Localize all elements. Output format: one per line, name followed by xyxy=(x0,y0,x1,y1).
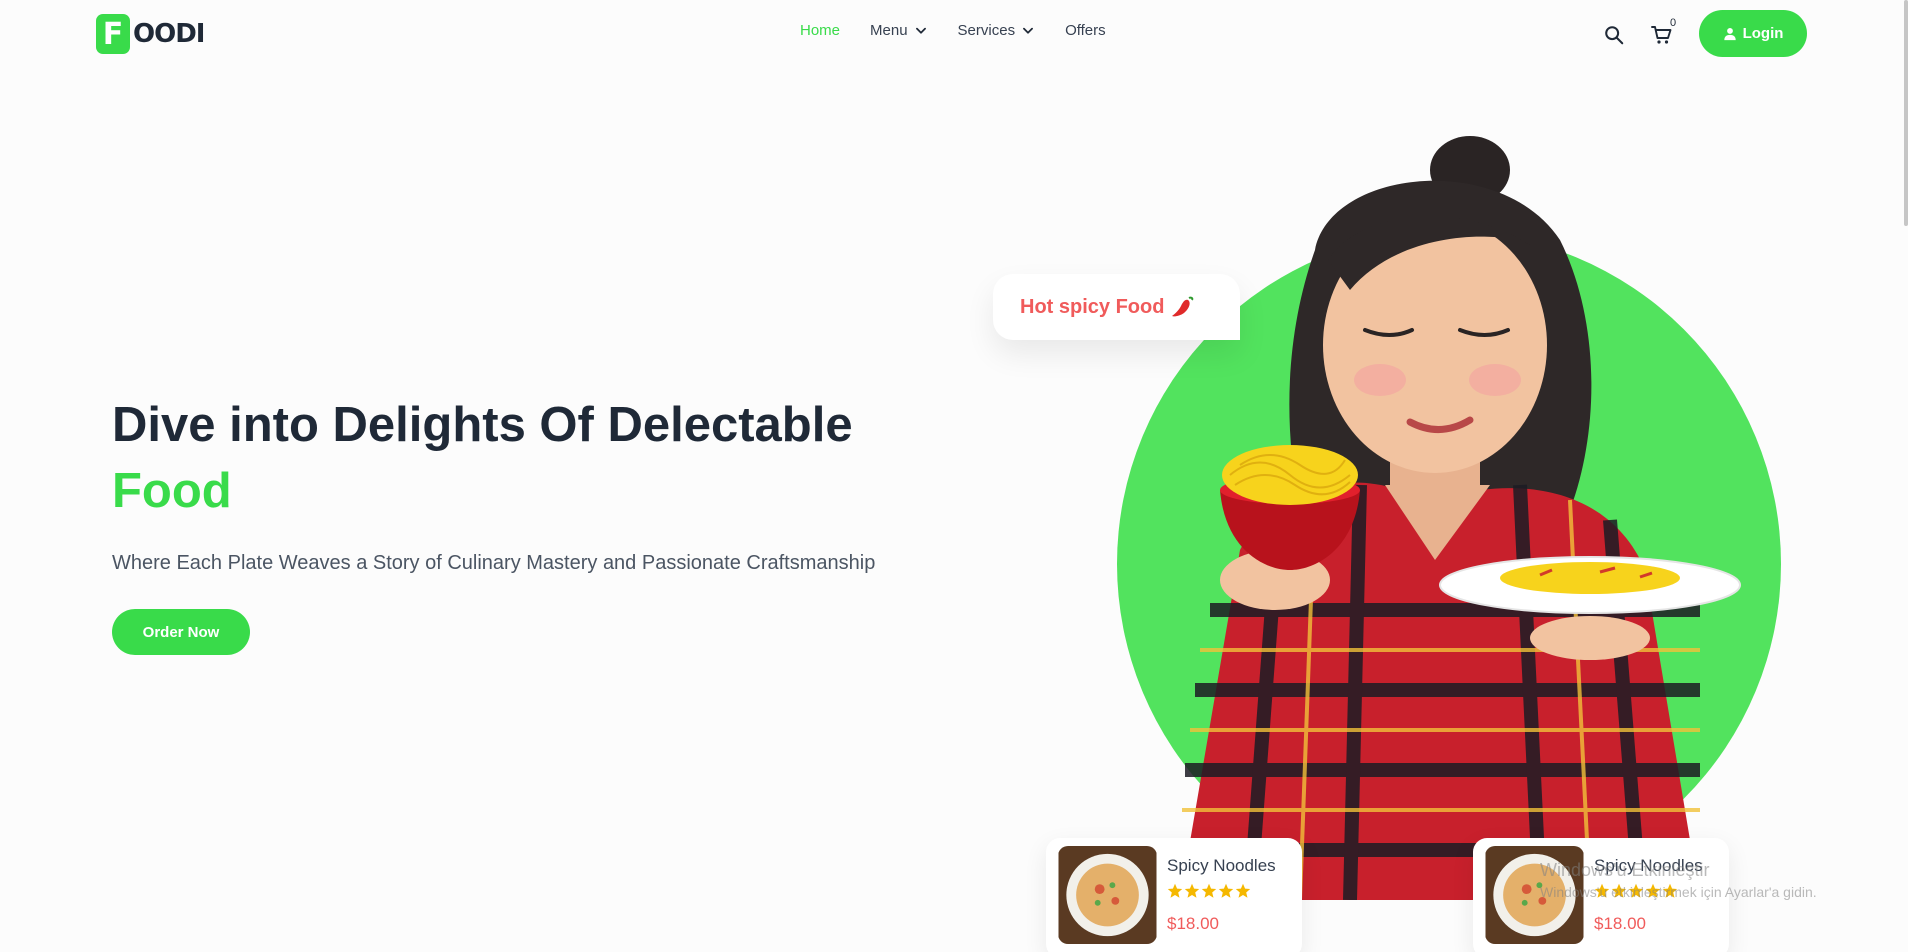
search-icon[interactable] xyxy=(1603,24,1625,46)
navbar: F OODI Home Menu Services Offers 0 Login xyxy=(0,0,1908,68)
windows-activation-watermark: Windows'u Etkinleştir xyxy=(1540,860,1710,880)
login-button[interactable]: Login xyxy=(1699,10,1807,57)
page-scrollbar[interactable] xyxy=(1904,0,1908,226)
logo-mark: F xyxy=(96,14,130,54)
hero-title-line: Dive into Delights Of Delectable xyxy=(112,398,853,452)
nav-offers-label: Offers xyxy=(1065,22,1106,39)
nav-services[interactable]: Services xyxy=(958,22,1036,39)
hero-title: Dive into Delights Of Delectable Food xyxy=(112,392,992,524)
nav-offers[interactable]: Offers xyxy=(1065,22,1106,39)
nav-home-label: Home xyxy=(800,22,841,39)
login-label: Login xyxy=(1742,25,1784,42)
food-name: Spicy Noodles xyxy=(1167,856,1276,875)
bubble-text: Hot spicy Food xyxy=(1020,295,1165,318)
hero-woman-with-noodles-image xyxy=(1180,136,1741,900)
nav-menu-label: Menu xyxy=(870,22,908,39)
nav-menu[interactable]: Menu xyxy=(870,22,928,39)
cart-count-badge: 0 xyxy=(1670,17,1677,29)
order-now-button[interactable]: Order Now xyxy=(112,609,250,655)
foodi-logo[interactable]: F OODI xyxy=(96,14,205,54)
nav-actions: 0 Login xyxy=(1600,10,1810,58)
star-icon xyxy=(1218,883,1234,898)
chili-pepper-icon xyxy=(1172,296,1194,317)
star-icon xyxy=(1167,883,1183,898)
windows-activation-hint: Windows'u etkinleştirmek için Ayarlar'a … xyxy=(1540,884,1817,900)
food-price: $18.00 xyxy=(1594,914,1646,933)
star-icon xyxy=(1184,883,1200,898)
food-price: $18.00 xyxy=(1167,914,1219,933)
nav-links: Home Menu Services Offers xyxy=(800,22,1136,39)
nav-home[interactable]: Home xyxy=(800,22,840,39)
spicy-noodles-thumbnail xyxy=(1058,846,1157,944)
chevron-down-icon xyxy=(915,27,926,34)
hero-title-accent: Food xyxy=(112,464,232,518)
logo-text: OODI xyxy=(133,19,205,49)
star-icon xyxy=(1201,883,1217,898)
chevron-down-icon xyxy=(1023,27,1034,34)
hot-spicy-food-bubble: Hot spicy Food xyxy=(993,274,1240,340)
rating-stars xyxy=(1167,883,1252,899)
nav-services-label: Services xyxy=(957,22,1016,39)
user-icon xyxy=(1723,27,1736,40)
hero-subtitle: Where Each Plate Weaves a Story of Culin… xyxy=(112,552,876,574)
food-card[interactable]: Spicy Noodles $18.00 xyxy=(1046,838,1302,952)
star-icon xyxy=(1235,883,1251,898)
